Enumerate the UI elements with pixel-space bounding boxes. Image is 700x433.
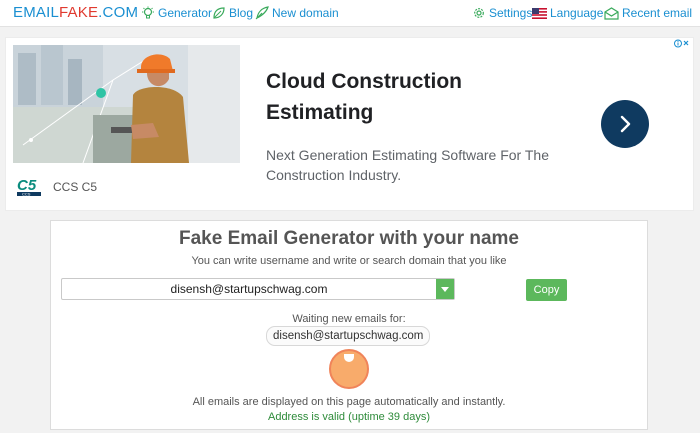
nav-generator-label: Generator: [158, 6, 213, 20]
nav-recent-email[interactable]: Recent email: [604, 6, 692, 20]
waiting-email-badge: disensh@startupschwag.com: [266, 326, 431, 346]
top-nav: EMAILFAKE.COM Generator Blog New domain …: [0, 0, 700, 27]
ad-image[interactable]: [13, 45, 240, 163]
nav-blog[interactable]: Blog: [212, 6, 253, 20]
site-logo[interactable]: EMAILFAKE.COM: [13, 4, 138, 21]
loading-indicator: [329, 349, 369, 389]
nav-recent-email-label: Recent email: [622, 6, 693, 20]
svg-text:CCS: CCS: [22, 192, 31, 197]
ad-title[interactable]: Cloud Construction Estimating: [266, 66, 526, 128]
ad-banner[interactable]: C5 CCS CCS C5 Cloud Construction Estimat…: [5, 37, 694, 211]
ad-brand-logo[interactable]: C5 CCS: [16, 176, 42, 203]
generator-title: Fake Email Generator with your name: [179, 228, 519, 249]
email-input[interactable]: [62, 279, 436, 299]
nav-settings[interactable]: Settings: [472, 6, 532, 20]
nav-language[interactable]: Language: [532, 6, 603, 20]
adchoices-icon[interactable]: [674, 39, 690, 50]
nav-blog-label: Blog: [229, 6, 254, 20]
chevron-right-icon: [620, 115, 631, 133]
quill-icon: [255, 6, 269, 20]
nav-settings-label: Settings: [489, 6, 533, 20]
email-field[interactable]: [61, 278, 455, 300]
generator-subtitle: You can write username and write or sear…: [191, 255, 507, 267]
gear-icon: [474, 8, 484, 18]
lightbulb-icon: [142, 6, 154, 19]
leaf-icon: [213, 7, 225, 19]
auto-display-note: All emails are displayed on this page au…: [192, 396, 506, 408]
address-valid-status: Address is valid (uptime 39 days): [267, 411, 430, 423]
nav-language-label: Language: [550, 6, 604, 20]
nav-new-domain-label: New domain: [272, 6, 339, 20]
ad-description[interactable]: Next Generation Estimating Software For …: [266, 145, 566, 185]
nav-new-domain[interactable]: New domain: [255, 6, 339, 20]
loader-highlight: [344, 354, 354, 362]
us-flag-icon: [532, 7, 547, 19]
domain-dropdown-button[interactable]: [436, 279, 454, 299]
envelope-icon: [604, 6, 619, 20]
nav-generator[interactable]: Generator: [141, 6, 212, 20]
ad-next-button[interactable]: [601, 100, 649, 148]
copy-button[interactable]: Copy: [526, 279, 567, 301]
generator-panel: Fake Email Generator with your name You …: [50, 220, 648, 430]
waiting-label: Waiting new emails for:: [292, 313, 406, 325]
caret-down-icon: [441, 286, 449, 292]
ad-brand-name[interactable]: CCS C5: [53, 180, 97, 194]
